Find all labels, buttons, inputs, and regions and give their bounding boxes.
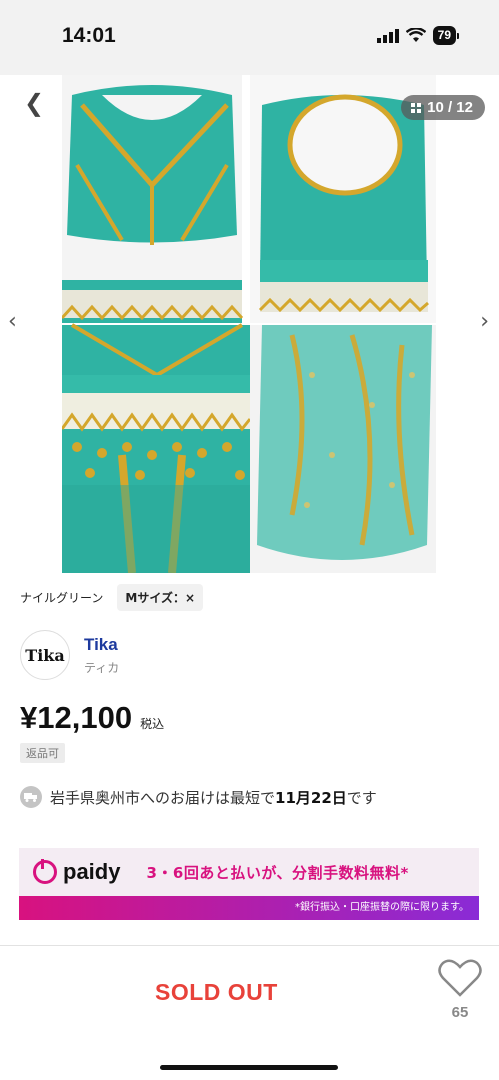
signal-icon [376, 28, 399, 43]
delivery-date: 11月22日 [275, 788, 347, 807]
status-bar: 14:01 79 [0, 0, 499, 75]
like-button[interactable]: 65 [436, 958, 484, 1021]
sold-out-button[interactable]: SOLD OUT [155, 979, 278, 1006]
heart-icon [438, 959, 482, 997]
variant-size-badge[interactable]: Mサイズ：× [117, 584, 204, 611]
paidy-promo: 3・6回あと払いが、分割手数料無料* [146, 863, 409, 882]
price: ¥12,100 [20, 700, 133, 735]
price-row: ¥12,100 税込 [20, 700, 164, 736]
skirt-front-image [62, 323, 252, 573]
shop-info[interactable]: Tika Tika ティカ [20, 630, 119, 680]
paidy-note: *銀行振込・口座振替の際に限ります。 [19, 896, 479, 920]
delivery-text: 岩手県奥州市へのお届けは最短で11月22日です [50, 788, 377, 807]
status-time: 14:01 [62, 24, 116, 47]
product-gallery[interactable]: ❮ ‹ › 10 / 12 [0, 75, 499, 573]
back-icon[interactable]: ❮ [24, 89, 44, 117]
product-photo[interactable] [62, 75, 436, 573]
truck-icon [20, 786, 42, 808]
shop-kana: ティカ [84, 660, 120, 675]
paidy-logo: paidy [33, 859, 120, 885]
paidy-banner[interactable]: paidy 3・6回あと払いが、分割手数料無料* *銀行振込・口座振替の際に限り… [19, 848, 479, 920]
like-count: 65 [451, 1004, 469, 1021]
variant-color[interactable]: ナイルグリーン [20, 589, 103, 606]
battery-indicator: 79 [432, 26, 456, 45]
costume-photo-collage [62, 75, 436, 573]
divider [0, 945, 499, 946]
sheer-skirt-image [250, 325, 436, 573]
tax-label: 税込 [140, 717, 165, 731]
paidy-banner-top: paidy 3・6回あと払いが、分割手数料無料* [19, 848, 479, 896]
image-counter-text: 10 / 12 [427, 99, 473, 116]
shop-text: Tika ティカ [84, 635, 119, 676]
variant-options: ナイルグリーン Mサイズ：× [20, 584, 204, 611]
home-indicator[interactable] [160, 1065, 338, 1070]
front-bodice-image [62, 75, 244, 323]
paidy-logo-icon [33, 859, 57, 884]
grid-icon [411, 102, 422, 113]
status-icons: 79 [376, 26, 459, 45]
image-counter[interactable]: 10 / 12 [401, 95, 485, 120]
battery-tip [457, 32, 459, 39]
shop-logo[interactable]: Tika [20, 630, 70, 680]
shop-name[interactable]: Tika [84, 635, 119, 655]
delivery-info: 岩手県奥州市へのお届けは最短で11月22日です [20, 786, 377, 808]
previous-image-icon[interactable]: ‹ [8, 309, 17, 334]
return-badge: 返品可 [20, 743, 65, 763]
next-image-icon[interactable]: › [480, 309, 489, 334]
wifi-icon [405, 28, 426, 42]
